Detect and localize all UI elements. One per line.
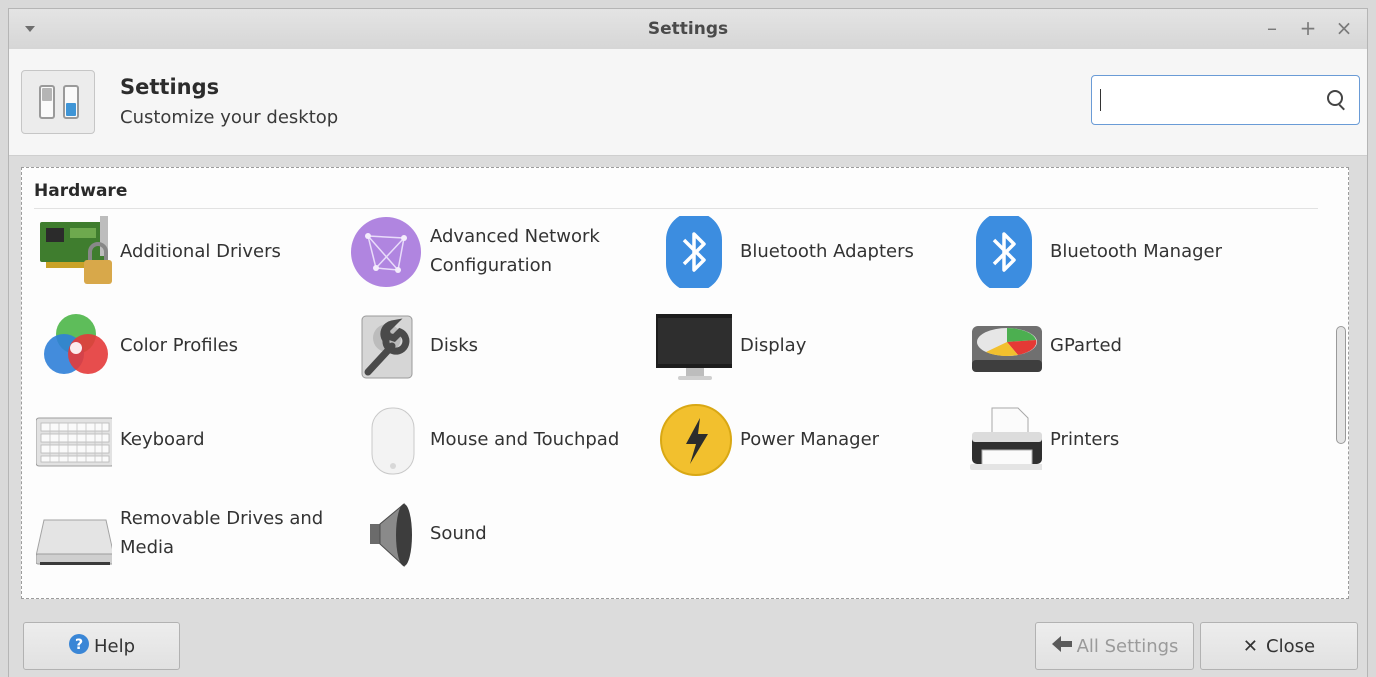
item-bluetooth-adapters[interactable]: Bluetooth Adapters [654,206,964,296]
maximize-button[interactable]: + [1297,17,1319,39]
minimize-button[interactable]: – [1261,17,1283,39]
page-title: Settings [120,75,220,99]
page-subtitle: Customize your desktop [120,107,339,128]
item-display[interactable]: Display [654,300,964,390]
help-label: Help [93,635,136,657]
search-input[interactable] [1091,75,1360,125]
item-sound[interactable]: Sound [344,488,654,578]
help-button[interactable]: ? Help [23,622,180,670]
close-label: Close [1266,635,1316,657]
disk-wrench-icon [346,310,422,382]
speaker-icon [346,498,422,570]
item-color-profiles[interactable]: Color Profiles [34,300,344,390]
item-label: Bluetooth Manager [1050,240,1223,262]
item-bluetooth-manager[interactable]: Bluetooth Manager [964,206,1274,296]
color-circles-icon [36,310,112,382]
settings-window: Settings – + × Settings Customize your d… [8,8,1368,677]
window-title: Settings [647,19,729,39]
removable-drive-icon [35,498,115,570]
item-label: Color Profiles [120,334,239,356]
printer-icon [966,404,1044,476]
item-gparted[interactable]: GParted [964,300,1274,390]
item-label: Disks [430,334,479,356]
item-label: Keyboard [120,428,205,450]
bluetooth-icon [966,212,1042,292]
header: Settings Customize your desktop [9,49,1367,156]
all-settings-label: All Settings [1076,635,1179,657]
item-printers[interactable]: Printers [964,394,1274,484]
close-window-button[interactable]: × [1333,17,1355,39]
item-removable-drives-and-media[interactable]: Removable Drives and Media [34,488,344,578]
section-title-hardware: Hardware [34,181,128,201]
lightning-icon [656,404,732,476]
item-power-manager[interactable]: Power Manager [654,394,964,484]
item-label: Additional Drivers [120,240,281,262]
item-label: Printers [1050,428,1120,450]
item-mouse-and-touchpad[interactable]: Mouse and Touchpad [344,394,654,484]
svg-text:?: ? [75,637,83,653]
all-settings-button[interactable]: All Settings [1035,622,1194,670]
item-label: GParted [1050,334,1122,356]
title-bar[interactable]: Settings – + × [9,9,1367,50]
item-disks[interactable]: Disks [344,300,654,390]
vertical-scrollbar[interactable] [1336,326,1346,444]
monitor-icon [654,310,736,382]
network-globe-icon [346,216,422,288]
close-icon: ✕ [1242,635,1259,657]
circuit-board-lock-icon [36,216,112,288]
mouse-icon [346,404,422,476]
item-label: Advanced Network Configuration [430,226,600,276]
item-additional-drivers[interactable]: Additional Drivers [34,206,344,296]
item-keyboard[interactable]: Keyboard [34,394,344,484]
item-label: Mouse and Touchpad [430,428,620,450]
bluetooth-icon [656,212,732,292]
search-icon[interactable] [1327,90,1343,106]
item-label: Power Manager [740,428,880,450]
arrow-left-icon [1051,635,1073,658]
settings-panel: Hardware Additional Drivers Advanced Net… [21,167,1349,599]
help-icon: ? [68,633,90,660]
hard-drive-chart-icon [966,310,1042,382]
settings-app-icon [21,70,95,134]
item-label: Bluetooth Adapters [740,240,914,262]
item-label: Display [740,334,807,356]
close-button[interactable]: ✕ Close [1200,622,1358,670]
item-advanced-network-configuration[interactable]: Advanced Network Configuration [344,206,654,296]
text-caret [1100,89,1101,111]
item-label: Removable Drives and Media [120,508,324,558]
item-label: Sound [430,522,487,544]
keyboard-icon [35,404,115,476]
